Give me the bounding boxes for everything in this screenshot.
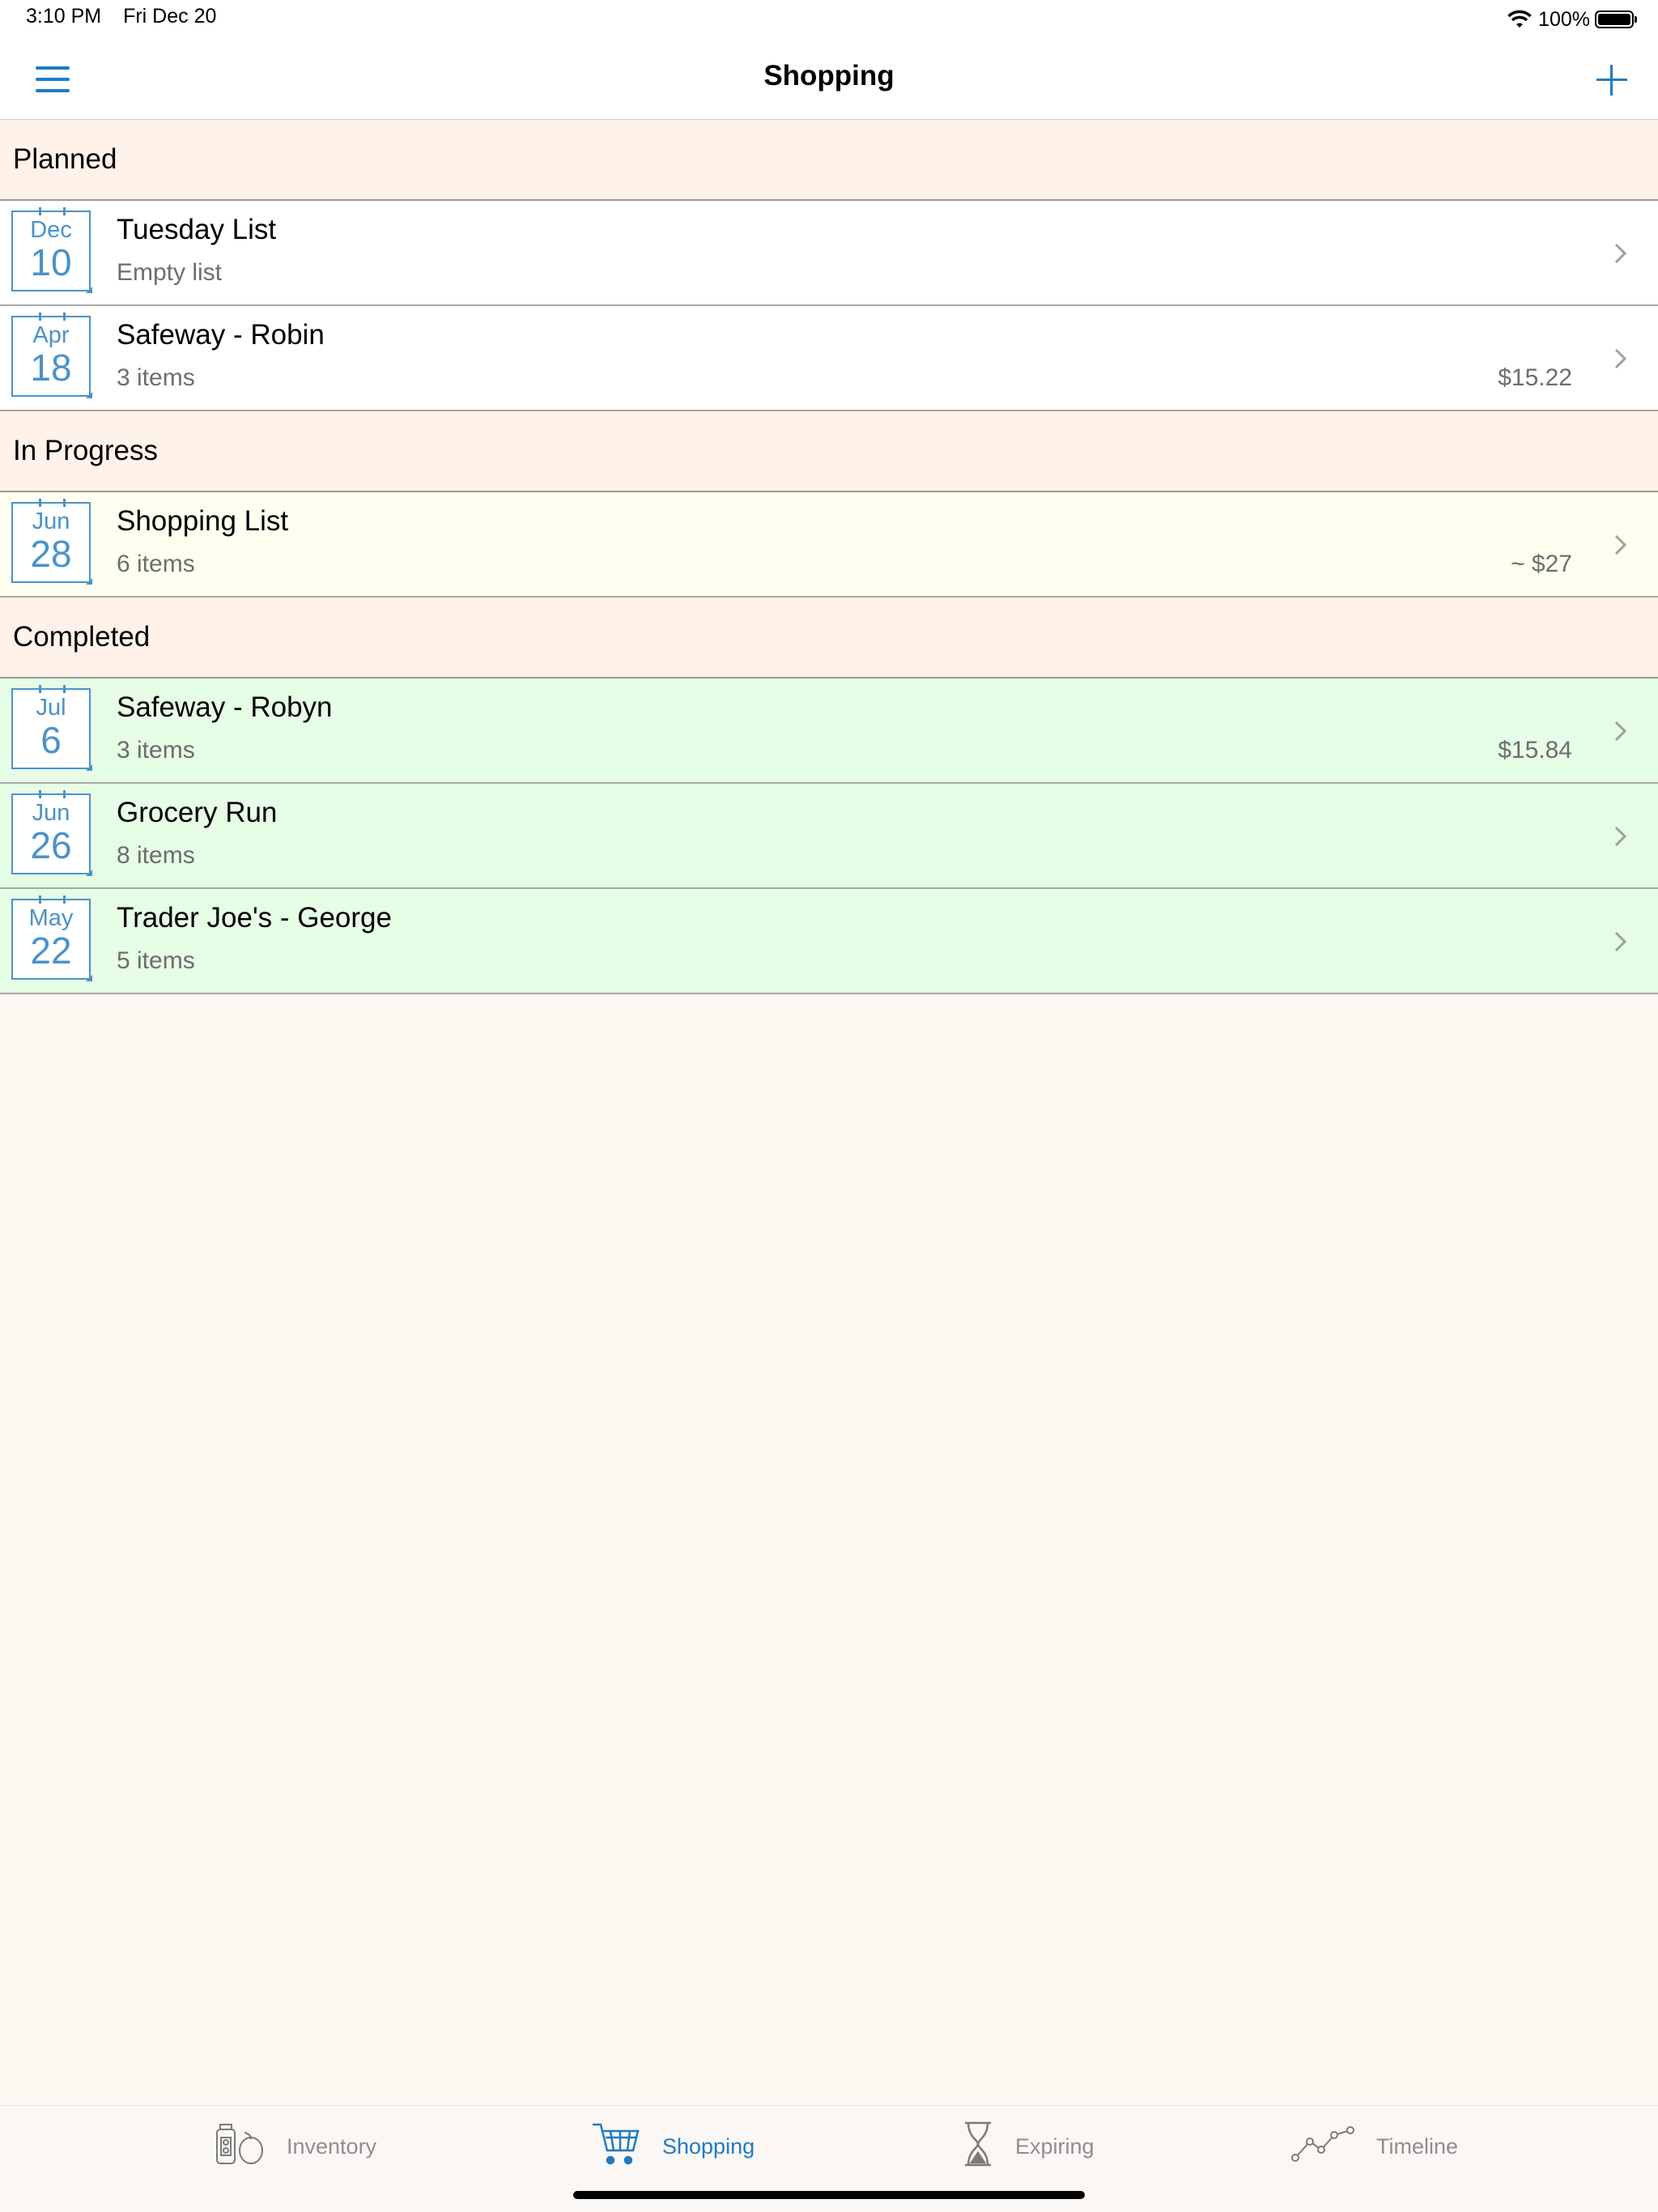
calendar-month: Jun xyxy=(32,800,70,826)
hourglass-icon xyxy=(962,2121,1015,2173)
inventory-icon xyxy=(212,2121,287,2172)
chevron-right-icon xyxy=(1608,533,1632,557)
list-title: Tuesday List xyxy=(117,214,277,245)
list-row[interactable]: Apr 18 Safeway - Robin 3 items $15.22 xyxy=(0,306,1658,411)
calendar-icon: Dec 10 xyxy=(11,207,91,291)
list-subtitle: 8 items xyxy=(117,842,195,869)
calendar-day: 26 xyxy=(30,824,72,866)
list-subtitle: 3 items xyxy=(117,364,195,391)
battery-percent: 100% xyxy=(1538,7,1590,31)
timeline-icon xyxy=(1290,2125,1376,2168)
list-row[interactable]: May 22 Trader Joe's - George 5 items xyxy=(0,889,1658,994)
nav-bar: Shopping xyxy=(0,39,1658,120)
calendar-icon: May 22 xyxy=(11,895,91,980)
cart-icon xyxy=(591,2121,662,2172)
battery-icon xyxy=(1595,11,1637,28)
calendar-day: 28 xyxy=(30,533,72,575)
list-price: ~ $27 xyxy=(1511,551,1572,577)
page-title: Shopping xyxy=(763,60,895,91)
calendar-day: 6 xyxy=(40,719,62,761)
list-subtitle: 5 items xyxy=(117,947,195,974)
calendar-month: Jun xyxy=(32,508,70,534)
chevron-right-icon xyxy=(1608,347,1632,371)
calendar-icon: Jun 28 xyxy=(11,499,91,583)
calendar-icon: Jul 6 xyxy=(11,685,91,769)
chevron-right-icon xyxy=(1608,824,1632,849)
calendar-day: 22 xyxy=(30,929,72,972)
status-date: Fri Dec 20 xyxy=(123,5,217,28)
list-subtitle: 6 items xyxy=(117,551,195,577)
home-indicator xyxy=(573,2191,1085,2199)
wifi-icon xyxy=(1507,10,1532,29)
status-time: 3:10 PM xyxy=(26,5,102,28)
calendar-icon: Jun 26 xyxy=(11,790,91,874)
calendar-month: May xyxy=(28,905,74,931)
list-row[interactable]: Jun 26 Grocery Run 8 items xyxy=(0,784,1658,889)
status-left: 3:10 PM Fri Dec 20 xyxy=(26,5,232,28)
tab-expiring[interactable]: Expiring xyxy=(962,2121,1095,2173)
calendar-month: Jul xyxy=(36,695,66,721)
list-title: Shopping List xyxy=(117,505,289,537)
tab-inventory[interactable]: Inventory xyxy=(212,2122,376,2171)
list-title: Grocery Run xyxy=(117,797,278,828)
list-title: Safeway - Robin xyxy=(117,319,325,351)
tab-timeline[interactable]: Timeline xyxy=(1290,2122,1458,2171)
add-list-button[interactable] xyxy=(1592,60,1632,100)
list-subtitle: 3 items xyxy=(117,737,195,764)
tab-label: Timeline xyxy=(1376,2133,1459,2159)
tab-shopping[interactable]: Shopping xyxy=(591,2122,755,2171)
section-header: Completed xyxy=(0,598,1658,678)
section-header: In Progress xyxy=(0,411,1658,492)
list-row[interactable]: Dec 10 Tuesday List Empty list xyxy=(0,201,1658,306)
calendar-day: 10 xyxy=(30,241,72,283)
tab-label: Expiring xyxy=(1015,2133,1095,2159)
list-subtitle: Empty list xyxy=(117,259,223,286)
shopping-lists: Planned Dec 10 Tuesday List Empty list A… xyxy=(0,120,1658,994)
section-header: Planned xyxy=(0,120,1658,201)
calendar-month: Dec xyxy=(30,217,72,243)
calendar-month: Apr xyxy=(32,322,70,348)
calendar-day: 18 xyxy=(30,347,72,389)
calendar-icon: Apr 18 xyxy=(11,313,91,397)
list-price: $15.84 xyxy=(1498,737,1572,764)
chevron-right-icon xyxy=(1608,929,1632,954)
list-price: $15.22 xyxy=(1498,364,1572,391)
list-title: Trader Joe's - George xyxy=(117,902,392,934)
status-right: 100% xyxy=(1507,5,1637,34)
tab-label: Shopping xyxy=(662,2133,755,2159)
status-bar: 3:10 PM Fri Dec 20 100% xyxy=(0,0,1658,39)
chevron-right-icon xyxy=(1608,241,1632,266)
list-title: Safeway - Robyn xyxy=(117,691,333,723)
chevron-right-icon xyxy=(1608,719,1632,743)
list-row[interactable]: Jul 6 Safeway - Robyn 3 items $15.84 xyxy=(0,678,1658,784)
tab-label: Inventory xyxy=(287,2133,377,2159)
list-row[interactable]: Jun 28 Shopping List 6 items ~ $27 xyxy=(0,492,1658,598)
